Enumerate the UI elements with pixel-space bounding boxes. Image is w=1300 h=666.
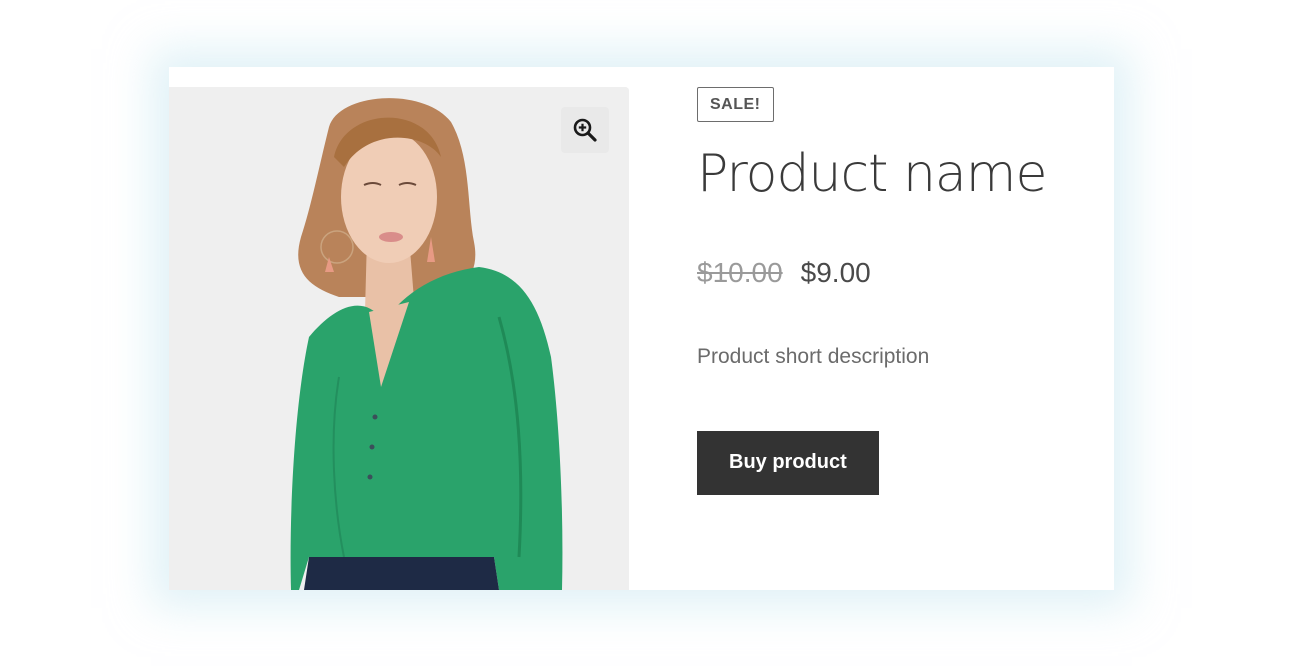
regular-price: $10.00 [697,257,783,289]
product-price: $10.00 $9.00 [697,257,1097,289]
product-title: Product name [697,144,1047,204]
product-photo[interactable] [169,87,629,590]
page: SALE! Product name $10.00 $9.00 Product … [0,0,1300,666]
product-card: SALE! Product name $10.00 $9.00 Product … [169,67,1114,590]
sale-badge: SALE! [697,87,774,122]
product-summary: SALE! Product name $10.00 $9.00 Product … [697,87,1097,496]
product-short-description: Product short description [697,345,930,369]
sale-price: $9.00 [800,257,871,289]
product-gallery[interactable] [169,87,629,590]
zoom-button[interactable] [561,107,609,153]
buy-product-button[interactable]: Buy product [697,431,879,496]
zoom-in-icon [573,118,597,142]
